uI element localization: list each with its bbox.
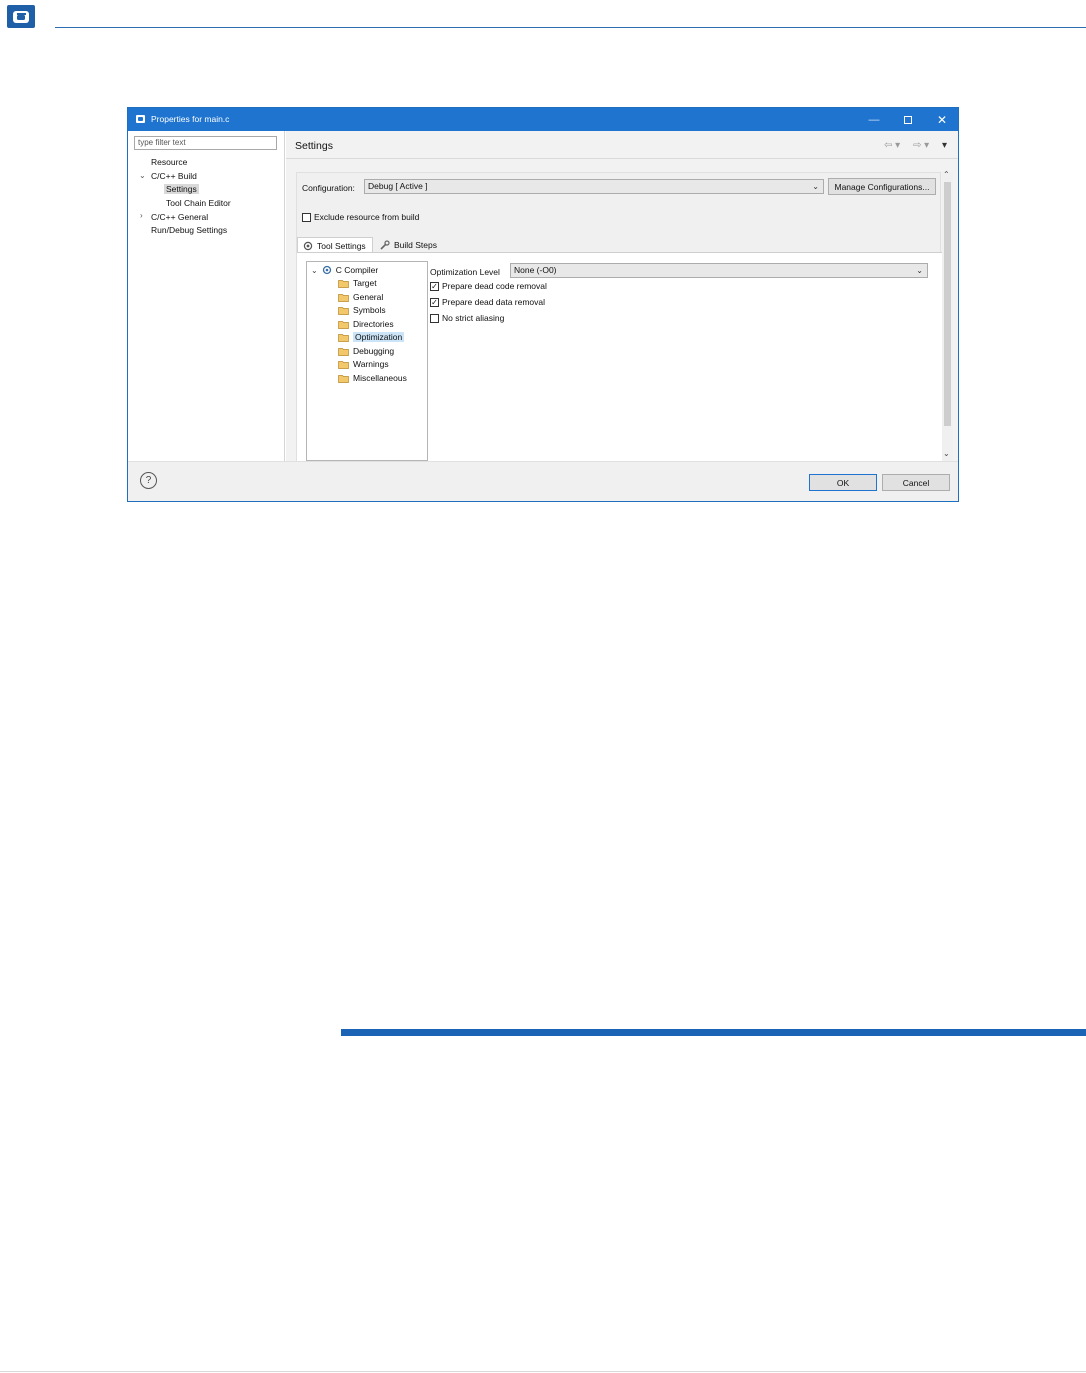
tree-item-label: Target [353,278,377,288]
page-logo [7,5,35,28]
dialog-titlebar[interactable]: Properties for main.c — ✕ [128,108,958,131]
folder-icon [338,360,349,369]
property-nav: type filter text Resource ⌄ C/C++ Build … [128,131,285,461]
header-rule [55,27,1086,28]
tree-item-symbols[interactable]: Symbols [338,305,386,315]
nav-item-cc-build[interactable]: C/C++ Build [151,171,197,181]
footer-rule [0,1371,1086,1372]
properties-dialog: Properties for main.c — ✕ type filter te… [127,107,959,502]
folder-icon [338,333,349,342]
nav-item-cc-general[interactable]: C/C++ General [151,212,208,222]
forward-arrow-icon[interactable]: ⇨ ▾ [913,140,929,151]
header-divider [286,158,958,159]
tree-item-label: Directories [353,319,394,329]
folder-icon [338,374,349,383]
optimization-level-value: None (-O0) [514,265,557,275]
optimization-level-select[interactable]: None (-O0) ⌄ [510,263,928,278]
view-menu-icon[interactable]: ▾ [942,140,947,151]
dialog-title: Properties for main.c [151,114,230,124]
tree-item-label: General [353,292,384,302]
manage-configurations-button[interactable]: Manage Configurations... [828,178,936,195]
settings-content: Configuration: Debug [ Active ] ⌄ Manage… [296,172,942,462]
tab-build-steps-label: Build Steps [394,240,437,250]
wrench-icon [380,240,390,250]
tree-item-directories[interactable]: Directories [338,319,394,329]
folder-icon [338,306,349,315]
configuration-select[interactable]: Debug [ Active ] ⌄ [364,179,824,194]
chevron-down-icon[interactable]: ⌄ [311,266,318,275]
scroll-thumb[interactable] [944,182,951,426]
tree-item-label: Optimization [353,332,405,342]
tree-item-miscellaneous[interactable]: Miscellaneous [338,373,407,383]
tree-item-target[interactable]: Target [338,278,377,288]
tool-settings-panel: ⌄ C Compiler Target General Symbols Dire… [297,253,942,462]
chevron-down-icon[interactable]: ⌄ [139,171,146,180]
chevron-down-icon: ⌄ [916,266,923,275]
close-button[interactable]: ✕ [925,108,959,131]
chevron-down-icon: ⌄ [812,182,819,191]
page-title: Settings [295,140,333,152]
dead-data-checkbox[interactable]: ✓ [430,298,439,307]
tree-item-c-compiler[interactable]: ⌄ C Compiler [311,265,378,275]
exclude-checkbox[interactable] [302,213,311,222]
vertical-scrollbar[interactable]: ⌃ ⌄ [942,170,953,461]
tab-tool-settings[interactable]: Tool Settings [297,237,373,253]
tree-item-optimization[interactable]: Optimization [338,332,405,342]
exclude-label: Exclude resource from build [314,212,420,222]
tree-item-general[interactable]: General [338,292,383,302]
ok-button[interactable]: OK [809,474,877,491]
tree-item-label: C Compiler [335,265,379,275]
dead-code-checkbox[interactable]: ✓ [430,282,439,291]
filter-input[interactable]: type filter text [134,136,277,150]
nav-item-tool-chain-editor[interactable]: Tool Chain Editor [166,198,231,208]
tree-item-label: Debugging [353,346,395,356]
compiler-icon [322,265,331,275]
nav-item-settings[interactable]: Settings [164,184,199,194]
tree-item-label: Symbols [353,305,386,315]
settings-pane: Settings ⇦ ▾ ⇨ ▾ ▾ Configuration: Debug … [286,131,958,462]
tool-settings-icon [303,241,313,250]
folder-icon [338,320,349,329]
nav-item-resource[interactable]: Resource [151,157,187,167]
tree-item-label: Miscellaneous [353,373,407,383]
scroll-down-icon[interactable]: ⌄ [943,449,950,458]
strict-aliasing-label: No strict aliasing [442,313,505,323]
scroll-up-icon[interactable]: ⌃ [943,170,950,179]
maximize-icon [904,115,912,124]
dead-data-label: Prepare dead data removal [442,297,546,307]
app-icon [136,115,145,123]
help-icon[interactable]: ? [140,472,157,489]
folder-icon [338,293,349,302]
tab-build-steps[interactable]: Build Steps [375,237,443,253]
configuration-value: Debug [ Active ] [368,181,428,191]
tool-tree: ⌄ C Compiler Target General Symbols Dire… [306,261,428,461]
tree-item-warnings[interactable]: Warnings [338,359,389,369]
minimize-button[interactable]: — [857,108,891,131]
folder-icon [338,279,349,288]
optimization-level-label: Optimization Level [430,267,500,277]
close-icon: ✕ [936,112,948,127]
cancel-button[interactable]: Cancel [882,474,950,491]
logo-icon [13,10,29,23]
chevron-right-icon[interactable]: › [140,211,143,220]
strict-aliasing-checkbox[interactable] [430,314,439,323]
configuration-label: Configuration: [302,183,355,193]
accent-bar [341,1029,1086,1036]
nav-item-run-debug[interactable]: Run/Debug Settings [151,225,227,235]
back-arrow-icon[interactable]: ⇦ ▾ [884,140,900,151]
tree-item-label: Warnings [353,359,389,369]
maximize-button[interactable] [891,108,925,131]
folder-icon [338,347,349,356]
dead-code-label: Prepare dead code removal [442,281,547,291]
tab-tool-settings-label: Tool Settings [317,240,366,251]
minimize-icon: — [868,113,880,126]
tree-item-debugging[interactable]: Debugging [338,346,394,356]
